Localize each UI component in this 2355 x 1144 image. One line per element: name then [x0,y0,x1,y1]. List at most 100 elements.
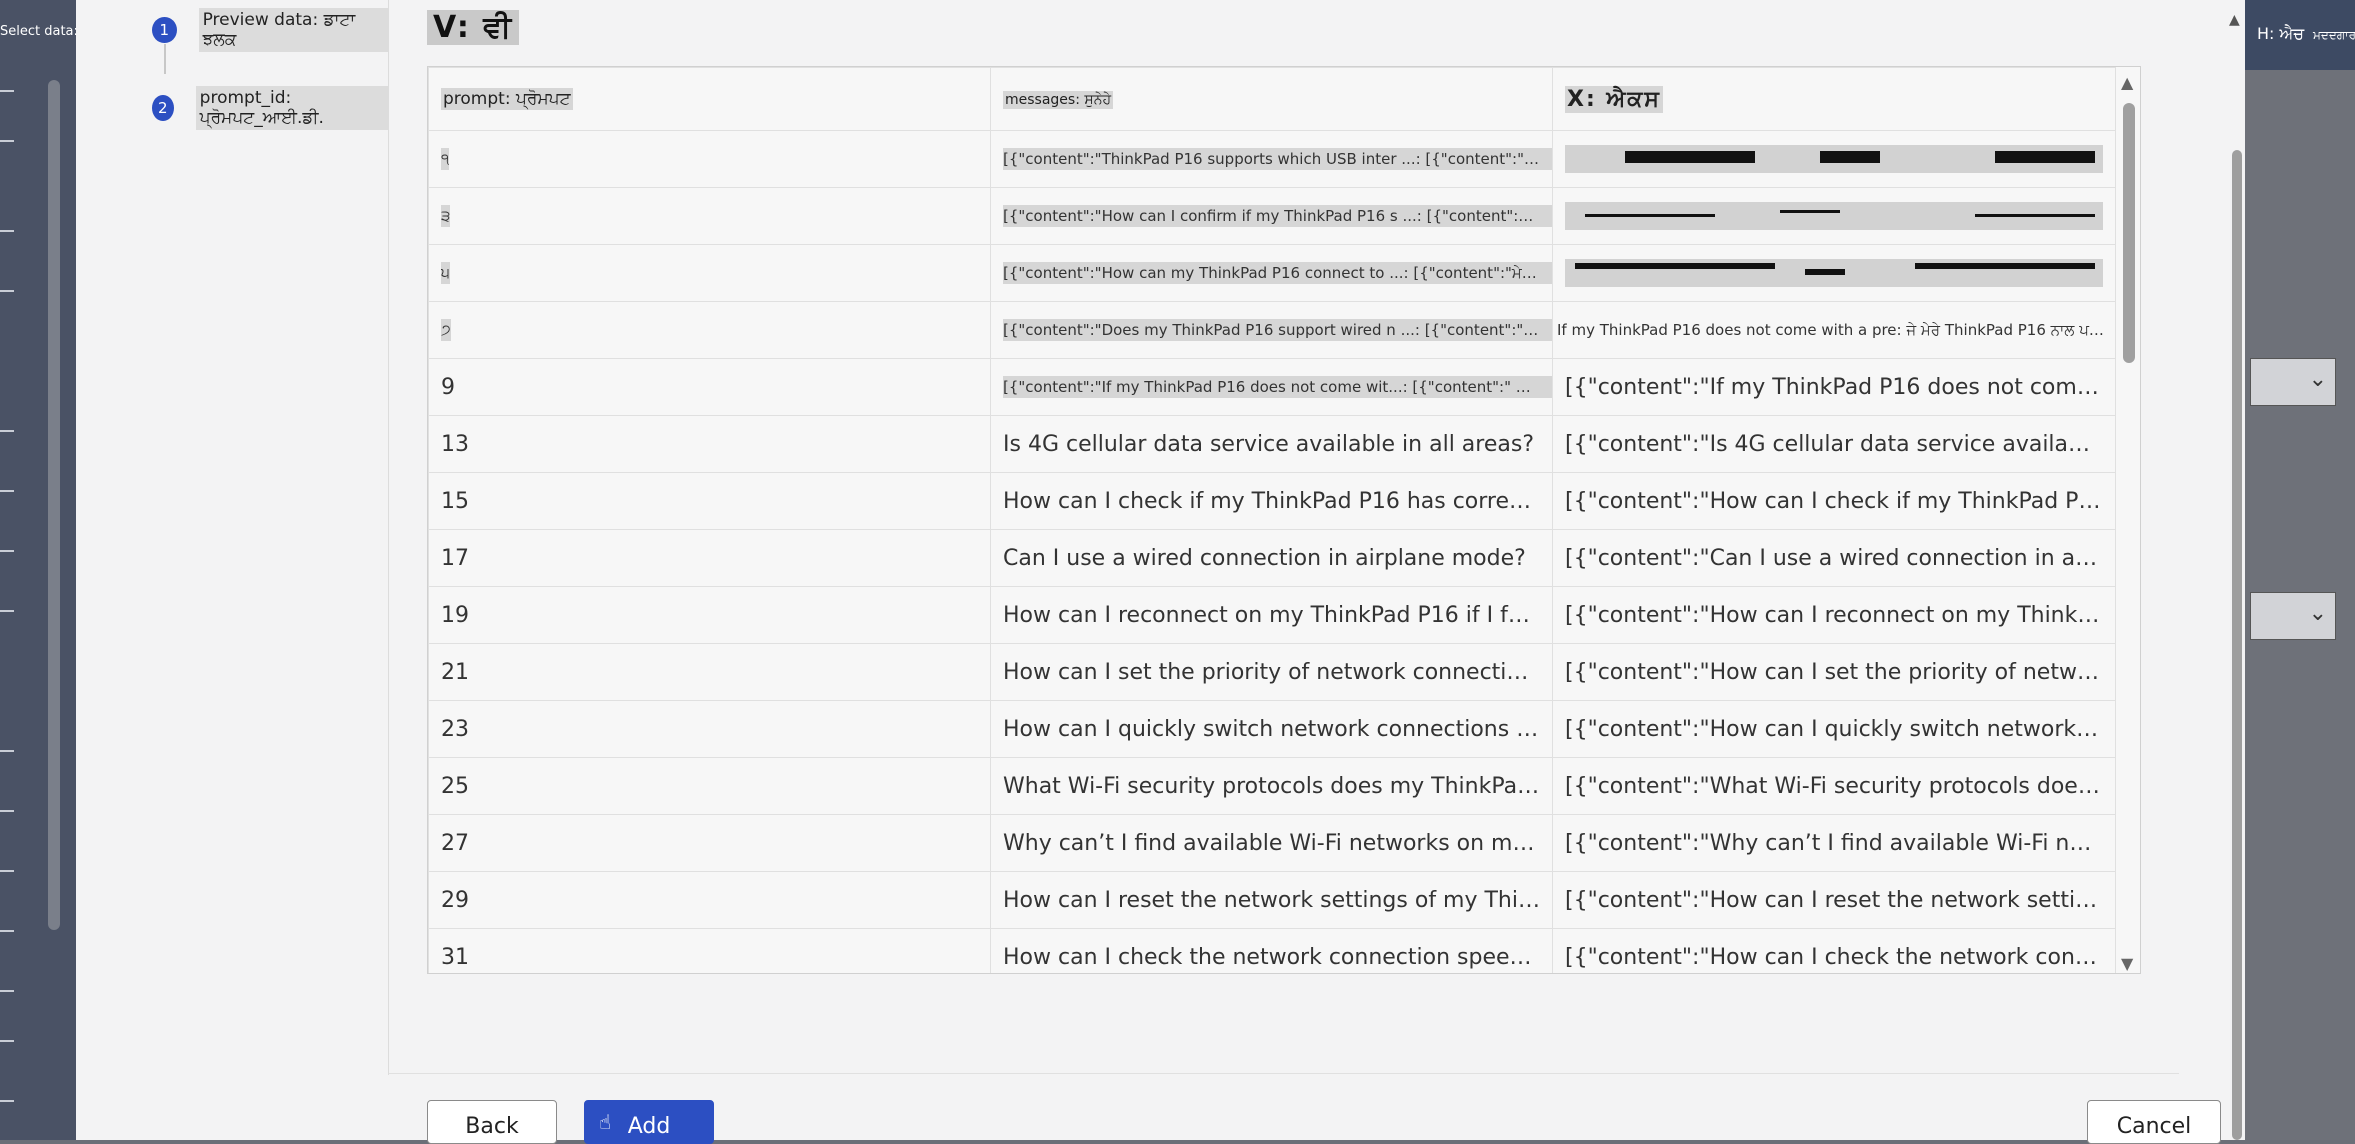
cell-prompt: 13 [428,415,991,473]
preview-content: V: ਵੀ prompt: ਪ੍ਰੋਮਪਟ messages: ਸੁਨੇਹੇ X… [389,0,2245,1144]
table-row[interactable]: ੭ [{"content":"Does my ThinkPad P16 supp… [428,301,2116,359]
step-label: Preview data: ਡਾਟਾ ਝਲਕ [198,8,388,52]
cancel-button[interactable]: Cancel [2087,1100,2221,1144]
cell-prompt: ੭ [428,301,991,359]
cell-messages: Is 4G cellular data service available in… [990,415,1553,473]
table-row[interactable]: ੫ [{"content":"How can my ThinkPad P16 c… [428,244,2116,302]
cell-prompt: 9 [428,358,991,416]
table-row[interactable]: 27 Why can’t I find available Wi-Fi netw… [428,814,2116,872]
cell-messages: What Wi-Fi security protocols does my Th… [990,757,1553,815]
cell-x: [{"content":"How can I check if my Think… [1552,472,2116,530]
background-header-left: H: ਐਚ [2257,24,2305,43]
cell-prompt: 29 [428,871,991,929]
back-button[interactable]: Back [427,1100,557,1144]
background-icon-rail [0,60,30,1130]
table-row[interactable]: 21 How can I set the priority of network… [428,643,2116,701]
scroll-down-icon[interactable]: ▼ [2121,954,2133,973]
table-row[interactable]: 13 Is 4G cellular data service available… [428,415,2116,473]
cell-messages: [{"content":"If my ThinkPad P16 does not… [990,358,1553,416]
cell-x: [{"content":"Why can’t I find available … [1552,814,2116,872]
cell-x [1552,130,2116,188]
cell-prompt: 15 [428,472,991,530]
step-preview-data[interactable]: 1 Preview data: ਡਾਟਾ ਝਲਕ [152,8,388,52]
cell-prompt: ੫ [428,244,991,302]
chevron-down-icon: ⌄ [2308,367,2327,392]
table-scrollbar[interactable]: ▲ ▼ [2118,67,2140,973]
hand-cursor-icon: ☝ [599,1110,612,1134]
cell-messages: Can I use a wired connection in airplane… [990,529,1553,587]
background-select-2: ⌄ [2250,592,2336,640]
dialog: 1 Preview data: ਡਾਟਾ ਝਲਕ 2 prompt_id: ਪ੍… [76,0,2245,1144]
table-row[interactable]: ੧ [{"content":"ThinkPad P16 supports whi… [428,130,2116,188]
scroll-thumb[interactable] [2123,103,2135,363]
table-row[interactable]: 25 What Wi-Fi security protocols does my… [428,757,2116,815]
preview-table: prompt: ਪ੍ਰੋਮਪਟ messages: ਸੁਨੇਹੇ X: ਐਕਸ … [428,67,2116,973]
table-row[interactable]: 29 How can I reset the network settings … [428,871,2116,929]
table-row[interactable]: 15 How can I check if my ThinkPad P16 ha… [428,472,2116,530]
cell-x: [{"content":"What Wi-Fi security protoco… [1552,757,2116,815]
cell-messages: How can I reconnect on my ThinkPad P16 i… [990,586,1553,644]
step-label: prompt_id: ਪ੍ਰੋਮਪਟ_ਆਈ.ਡੀ. [195,86,388,130]
table-row[interactable]: 19 How can I reconnect on my ThinkPad P1… [428,586,2116,644]
cell-messages: How can I reset the network settings of … [990,871,1553,929]
table-row[interactable]: ੩ [{"content":"How can I confirm if my T… [428,187,2116,245]
background-select-1: ⌄ [2250,358,2336,406]
cell-messages: [{"content":"How can I confirm if my Thi… [990,187,1553,245]
cell-x: [{"content":"How can I reconnect on my T… [1552,586,2116,644]
wizard-stepper: 1 Preview data: ਡਾਟਾ ਝਲਕ 2 prompt_id: ਪ੍… [76,0,388,1140]
cell-prompt: 21 [428,643,991,701]
page-title: V: ਵੀ [427,10,520,45]
cell-prompt: 17 [428,529,991,587]
cell-prompt: 19 [428,586,991,644]
cell-x: [{"content":"How can I check the network… [1552,928,2116,973]
cell-x: [{"content":"Is 4G cellular data service… [1552,415,2116,473]
cell-x: [{"content":"How can I quickly switch ne… [1552,700,2116,758]
table-row[interactable]: 23 How can I quickly switch network conn… [428,700,2116,758]
cell-messages: How can I check the network connection s… [990,928,1553,973]
cell-prompt: ੩ [428,187,991,245]
cell-messages: [{"content":"ThinkPad P16 supports which… [990,130,1553,188]
table-row[interactable]: 9 [{"content":"If my ThinkPad P16 does n… [428,358,2116,416]
column-header-prompt[interactable]: prompt: ਪ੍ਰੋਮਪਟ [428,67,991,131]
step-prompt-id[interactable]: 2 prompt_id: ਪ੍ਰੋਮਪਟ_ਆਈ.ਡੀ. [152,86,388,130]
data-grid[interactable]: prompt: ਪ੍ਰੋਮਪਟ messages: ਸੁਨੇਹੇ X: ਐਕਸ … [427,66,2141,974]
cell-prompt: ੧ [428,130,991,188]
cell-x-obscured [1565,145,2103,173]
cell-prompt: 23 [428,700,991,758]
cell-prompt: 27 [428,814,991,872]
cell-prompt: 31 [428,928,991,973]
step-number: 2 [152,95,174,121]
cell-x: [{"content":"If my ThinkPad P16 does not… [1552,358,2116,416]
step-connector [164,44,166,74]
cell-messages: How can I set the priority of network co… [990,643,1553,701]
column-header-x[interactable]: X: ਐਕਸ [1552,67,2116,131]
cell-x: If my ThinkPad P16 does not come with a … [1552,301,2116,359]
background-header: H: ਐਚ ਮਦਦਗਾਰ [2245,0,2355,70]
background-scrollbar [48,80,60,930]
table-row[interactable]: 31 How can I check the network connectio… [428,928,2116,973]
cell-x: [{"content":"How can I set the priority … [1552,643,2116,701]
cell-x-obscured [1565,259,2103,287]
cell-x: [{"content":"Can I use a wired connectio… [1552,529,2116,587]
cell-x: [{"content":"How can I reset the network… [1552,871,2116,929]
scroll-up-icon[interactable]: ▲ [2229,12,2240,28]
scroll-up-icon[interactable]: ▲ [2121,73,2133,92]
background-right-panel: H: ਐਚ ਮਦਦਗਾਰ ⌄ ⌄ [2245,0,2355,1140]
cell-x [1552,244,2116,302]
cell-messages: How can I quickly switch network connect… [990,700,1553,758]
cell-prompt: 25 [428,757,991,815]
table-header-row: prompt: ਪ੍ਰੋਮਪਟ messages: ਸੁਨੇਹੇ X: ਐਕਸ [428,67,2116,131]
cell-messages: [{"content":"Does my ThinkPad P16 suppor… [990,301,1553,359]
step-number: 1 [152,17,177,43]
cell-messages: Why can’t I find available Wi-Fi network… [990,814,1553,872]
background-header-right: ਮਦਦਗਾਰ [2313,28,2355,42]
cell-messages: How can I check if my ThinkPad P16 has c… [990,472,1553,530]
footer-divider [389,1073,2179,1074]
table-row[interactable]: 17 Can I use a wired connection in airpl… [428,529,2116,587]
scroll-thumb[interactable] [2232,150,2242,1140]
column-header-messages[interactable]: messages: ਸੁਨੇਹੇ [990,67,1553,131]
dialog-scrollbar[interactable]: ▲ [2228,0,2245,1140]
cell-x-obscured [1565,202,2103,230]
chevron-down-icon: ⌄ [2308,601,2327,626]
cell-x [1552,187,2116,245]
